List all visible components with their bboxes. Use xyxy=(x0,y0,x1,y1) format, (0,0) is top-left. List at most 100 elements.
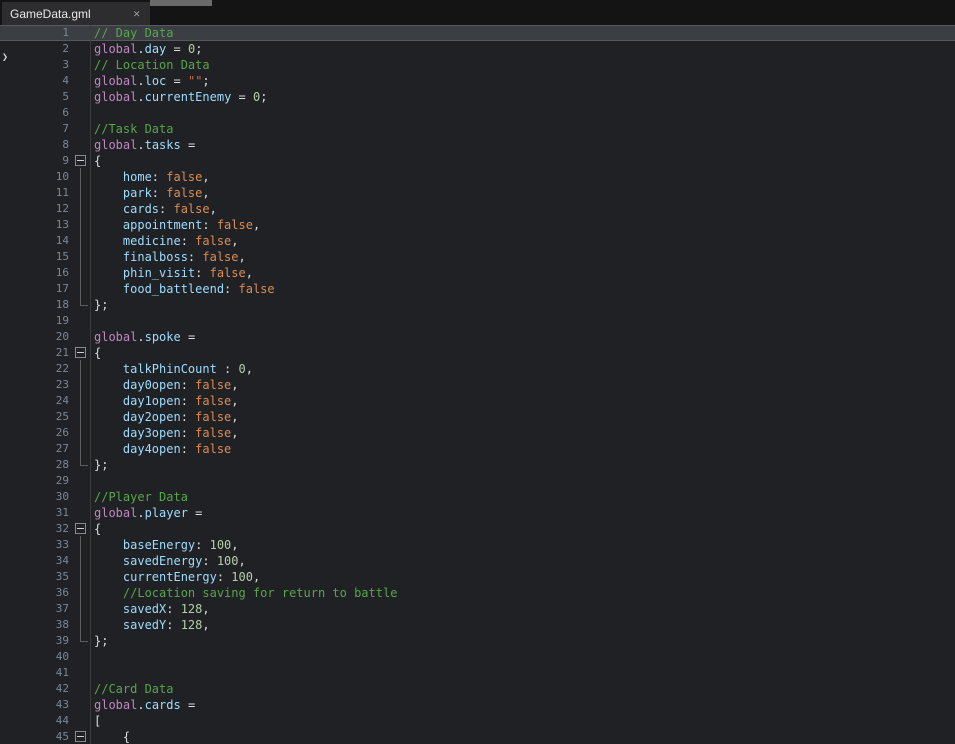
code-line[interactable]: 42 //Card Data xyxy=(0,681,955,697)
line-number[interactable]: 23 xyxy=(0,377,72,393)
code-line[interactable]: 27 day4open: false xyxy=(0,441,955,457)
line-number[interactable]: 15 xyxy=(0,249,72,265)
fold-collapse-icon[interactable] xyxy=(75,347,86,358)
code-line[interactable]: 39}; xyxy=(0,633,955,649)
line-number[interactable]: 2 xyxy=(0,41,72,57)
line-number[interactable]: 34 xyxy=(0,553,72,569)
fold-collapse-icon[interactable] xyxy=(75,155,86,166)
line-number[interactable]: 26 xyxy=(0,425,72,441)
line-number[interactable]: 20 xyxy=(0,329,72,345)
code-line[interactable]: 6 xyxy=(0,105,955,121)
code-line[interactable]: 33 baseEnergy: 100, xyxy=(0,537,955,553)
line-number[interactable]: 12 xyxy=(0,201,72,217)
code-line[interactable]: 40 xyxy=(0,649,955,665)
line-number[interactable]: 5 xyxy=(0,89,72,105)
line-number[interactable]: 33 xyxy=(0,537,72,553)
code-line[interactable]: 12 cards: false, xyxy=(0,201,955,217)
line-number[interactable]: 21 xyxy=(0,345,72,361)
line-number[interactable]: 17 xyxy=(0,281,72,297)
code-line[interactable]: 10 home: false, xyxy=(0,169,955,185)
line-number[interactable]: 36 xyxy=(0,585,72,601)
line-number[interactable]: 43 xyxy=(0,697,72,713)
code-line[interactable]: 15 finalboss: false, xyxy=(0,249,955,265)
line-number[interactable]: 4 xyxy=(0,73,72,89)
line-number[interactable]: 31 xyxy=(0,505,72,521)
code-line[interactable]: 44 [ xyxy=(0,713,955,729)
line-number[interactable]: 1 xyxy=(0,25,72,41)
code-line[interactable]: 28}; xyxy=(0,457,955,473)
code-line[interactable]: 11 park: false, xyxy=(0,185,955,201)
line-number[interactable]: 6 xyxy=(0,105,72,121)
code-line[interactable]: 2 global.day = 0; xyxy=(0,41,955,57)
code-line[interactable]: 20 global.spoke = xyxy=(0,329,955,345)
code-line[interactable]: 45 { xyxy=(0,729,955,744)
code-line[interactable]: 25 day2open: false, xyxy=(0,409,955,425)
line-number[interactable]: 3 xyxy=(0,57,72,73)
line-number[interactable]: 44 xyxy=(0,713,72,729)
code-line[interactable]: 8 global.tasks = xyxy=(0,137,955,153)
line-number[interactable]: 18 xyxy=(0,297,72,313)
fold-collapse-icon[interactable] xyxy=(75,523,86,534)
code-line[interactable]: 13 appointment: false, xyxy=(0,217,955,233)
code-line[interactable]: 41 xyxy=(0,665,955,681)
line-number[interactable]: 8 xyxy=(0,137,72,153)
code-line[interactable]: 31 global.player = xyxy=(0,505,955,521)
code-line[interactable]: 18}; xyxy=(0,297,955,313)
code-line[interactable]: 9{ xyxy=(0,153,955,169)
line-number[interactable]: 28 xyxy=(0,457,72,473)
code-line[interactable]: 43 global.cards = xyxy=(0,697,955,713)
line-number[interactable]: 38 xyxy=(0,617,72,633)
line-number[interactable]: 16 xyxy=(0,265,72,281)
line-number[interactable]: 24 xyxy=(0,393,72,409)
line-number[interactable]: 19 xyxy=(0,313,72,329)
code-line[interactable]: 19 xyxy=(0,313,955,329)
code-line[interactable]: 23 day0open: false, xyxy=(0,377,955,393)
line-number[interactable]: 10 xyxy=(0,169,72,185)
tab-gamedata-gml[interactable]: GameData.gml ✕ xyxy=(2,2,150,25)
line-number[interactable]: 9 xyxy=(0,153,72,169)
code-line[interactable]: 4 global.loc = ""; xyxy=(0,73,955,89)
code-line[interactable]: 36 //Location saving for return to battl… xyxy=(0,585,955,601)
line-number[interactable]: 37 xyxy=(0,601,72,617)
line-number[interactable]: 13 xyxy=(0,217,72,233)
line-number[interactable]: 42 xyxy=(0,681,72,697)
code-editor[interactable]: ❯ 1// Day Data 2 global.day = 0; 3// Locati… xyxy=(0,25,955,744)
code-line[interactable]: 3 // Location Data xyxy=(0,57,955,73)
token-bool: false xyxy=(195,234,232,248)
code-line[interactable]: 34 savedEnergy: 100, xyxy=(0,553,955,569)
code-line[interactable]: 5 global.currentEnemy = 0; xyxy=(0,89,955,105)
code-line[interactable]: 35 currentEnergy: 100, xyxy=(0,569,955,585)
line-number[interactable]: 35 xyxy=(0,569,72,585)
line-number[interactable]: 32 xyxy=(0,521,72,537)
line-number[interactable]: 45 xyxy=(0,729,72,744)
token-ident: day3open xyxy=(94,426,181,440)
token-punct: . xyxy=(137,42,145,56)
line-number[interactable]: 25 xyxy=(0,409,72,425)
line-number[interactable]: 30 xyxy=(0,489,72,505)
code-line[interactable]: 1 // Day Data xyxy=(0,25,955,41)
code-line[interactable]: 22 talkPhinCount : 0, xyxy=(0,361,955,377)
line-number[interactable]: 14 xyxy=(0,233,72,249)
code-line[interactable]: 16 phin_visit: false, xyxy=(0,265,955,281)
tab-close-icon[interactable]: ✕ xyxy=(131,6,142,21)
code-line[interactable]: 32 { xyxy=(0,521,955,537)
fold-collapse-icon[interactable] xyxy=(75,731,86,742)
code-line[interactable]: 21 { xyxy=(0,345,955,361)
line-number[interactable]: 40 xyxy=(0,649,72,665)
code-line[interactable]: 38 savedY: 128, xyxy=(0,617,955,633)
line-number[interactable]: 7 xyxy=(0,121,72,137)
code-line[interactable]: 26 day3open: false, xyxy=(0,425,955,441)
code-line[interactable]: 24 day1open: false, xyxy=(0,393,955,409)
line-number[interactable]: 29 xyxy=(0,473,72,489)
code-line[interactable]: 30 //Player Data xyxy=(0,489,955,505)
code-line[interactable]: 14 medicine: false, xyxy=(0,233,955,249)
code-line[interactable]: 17 food_battleend: false xyxy=(0,281,955,297)
line-number[interactable]: 39 xyxy=(0,633,72,649)
code-line[interactable]: 7 //Task Data xyxy=(0,121,955,137)
line-number[interactable]: 22 xyxy=(0,361,72,377)
line-number[interactable]: 11 xyxy=(0,185,72,201)
line-number[interactable]: 41 xyxy=(0,665,72,681)
code-line[interactable]: 37 savedX: 128, xyxy=(0,601,955,617)
code-line[interactable]: 29 xyxy=(0,473,955,489)
line-number[interactable]: 27 xyxy=(0,441,72,457)
